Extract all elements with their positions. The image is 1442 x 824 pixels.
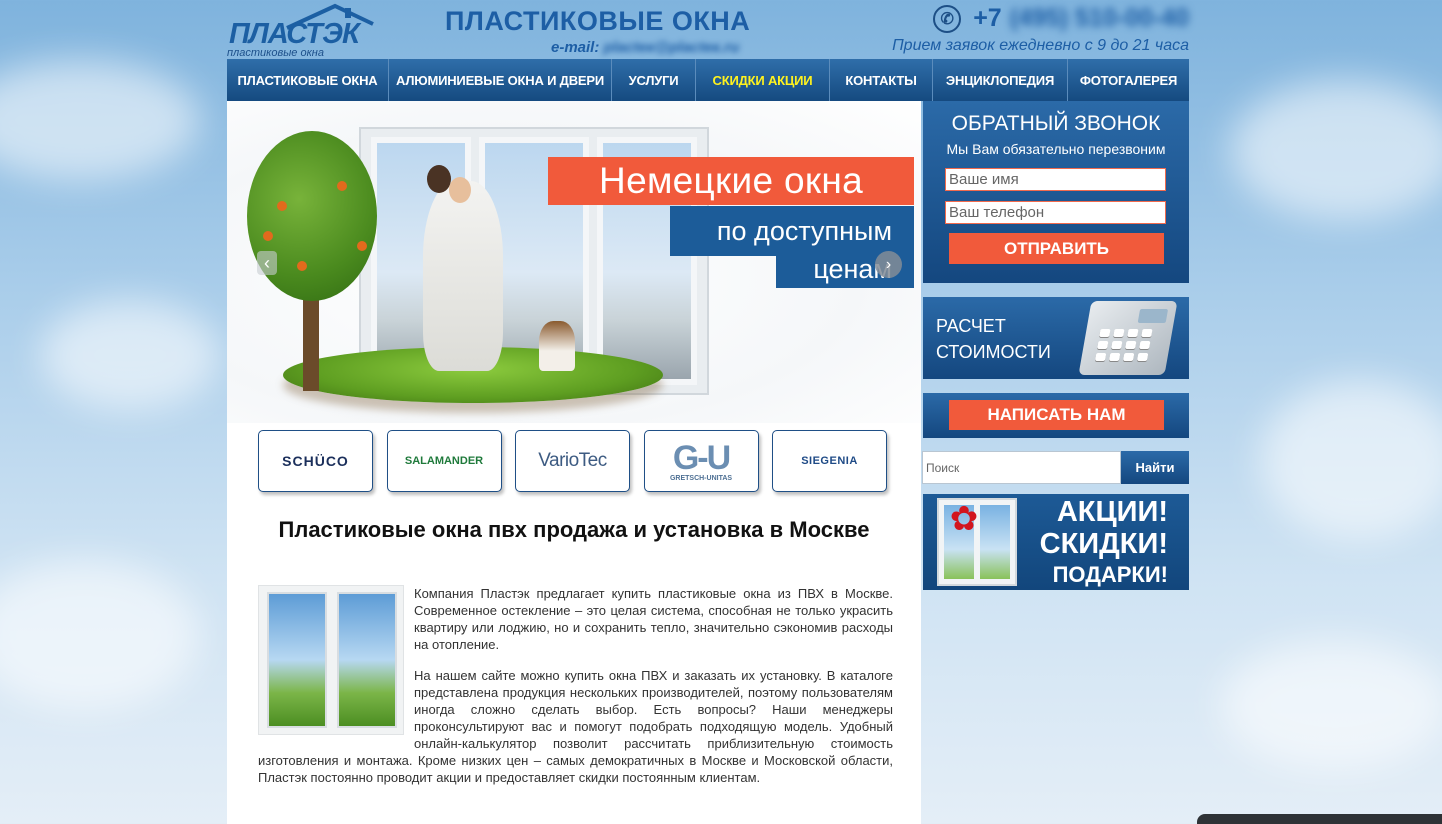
logo-subtitle: пластиковые окна: [227, 47, 324, 59]
brand-gu[interactable]: G-U GRETSCH-UNITAS: [643, 430, 759, 492]
slider-prev-button[interactable]: ‹: [257, 251, 277, 275]
page-heading: Пластиковые окна пвх продажа и установка…: [278, 517, 870, 542]
gift-bow-icon: ✿: [949, 500, 979, 538]
nav-item-services[interactable]: УСЛУГИ: [612, 59, 696, 101]
nav-item-contacts[interactable]: КОНТАКТЫ: [830, 59, 933, 101]
write-us-button[interactable]: НАПИСАТЬ НАМ: [949, 400, 1164, 430]
brand-variotec-label: VarioTec: [538, 450, 607, 471]
header-email[interactable]: e-mail: placteк@placteк.ru: [551, 39, 739, 56]
calculator-line2: СТОИМОСТИ: [936, 342, 1051, 362]
phone-number[interactable]: (495) 510-00-40: [1010, 4, 1189, 33]
brand-siegenia[interactable]: SIEGENIA: [772, 430, 887, 492]
banner-tree-image: [247, 131, 377, 301]
phone-prefix: +7: [973, 4, 1002, 32]
bg-cloud: [40, 300, 220, 410]
bg-cloud: [0, 60, 200, 180]
calculator-line1: РАСЧЕТ: [936, 316, 1006, 336]
phone-icon: ✆: [933, 4, 962, 33]
promo-banner[interactable]: ✿ АКЦИИ! СКИДКИ! ПОДАРКИ!: [923, 494, 1189, 590]
promo-text: АКЦИИ! СКИДКИ! ПОДАРКИ!: [1040, 496, 1168, 588]
promo-line3: ПОДАРКИ!: [1052, 562, 1168, 587]
nav-item-aluminium[interactable]: АЛЮМИНИЕВЫЕ ОКНА И ДВЕРИ: [389, 59, 612, 101]
brand-gu-sub: GRETSCH-UNITAS: [669, 474, 733, 482]
brand-salamander-label: SALAMANDER: [404, 455, 484, 467]
phone-input[interactable]: [945, 201, 1166, 224]
page-wrapper: ПЛАСТЭК пластиковые окна ПЛАСТИКОВЫЕ ОКН…: [227, 0, 1189, 824]
header-phone[interactable]: ✆ +7 (495) 510-00-40: [933, 4, 1189, 33]
bg-cloud: [1260, 380, 1442, 540]
bg-cloud: [0, 560, 200, 710]
search-button[interactable]: Найти: [1121, 451, 1189, 484]
article-window-image: [258, 585, 404, 735]
cost-calculator-banner[interactable]: РАСЧЕТ СТОИМОСТИ: [923, 297, 1189, 379]
calculator-icon: [1078, 301, 1178, 375]
write-us-block: НАПИСАТЬ НАМ: [923, 393, 1189, 438]
brand-variotec[interactable]: VarioTec: [515, 430, 630, 492]
name-input[interactable]: [945, 168, 1166, 191]
banner-head: [427, 165, 451, 193]
brand-logos: SCHÜCO SALAMANDER VarioTec G-U GRETSCH-U…: [258, 430, 901, 492]
callback-title: ОБРАТНЫЙ ЗВОНОК: [951, 112, 1161, 135]
send-button[interactable]: ОТПРАВИТЬ: [949, 233, 1164, 264]
brand-schuco-label: SCHÜCO: [282, 453, 349, 469]
brand-schuco[interactable]: SCHÜCO: [258, 430, 373, 492]
chat-widget[interactable]: [1197, 814, 1442, 824]
brand-salamander[interactable]: SALAMANDER: [386, 430, 502, 492]
banner-head: [449, 177, 471, 203]
calculator-label: РАСЧЕТ СТОИМОСТИ: [936, 313, 1051, 365]
bg-cloud: [1220, 640, 1442, 770]
banner-couple-image: [423, 181, 503, 371]
email-value[interactable]: placteк@placteк.ru: [604, 39, 740, 56]
brand-gu-label: G-U: [672, 438, 731, 477]
search-input[interactable]: [922, 451, 1121, 484]
nav-item-discounts[interactable]: СКИДКИ АКЦИИ: [696, 59, 830, 101]
logo[interactable]: ПЛАСТЭК пластиковые окна: [227, 2, 377, 59]
banner-slogan-line1: Немецкие окна: [548, 157, 914, 205]
callback-subtitle: Мы Вам обязательно перезвоним: [946, 141, 1166, 157]
banner-dog-image: [539, 321, 575, 371]
article: Компания Пластэк предлагает купить пласт…: [258, 585, 893, 800]
email-label: e-mail:: [551, 39, 600, 56]
promo-line1: АКЦИИ!: [1056, 496, 1168, 528]
nav-item-plastic-windows[interactable]: ПЛАСТИКОВЫЕ ОКНА: [227, 59, 389, 101]
main-nav: ПЛАСТИКОВЫЕ ОКНА АЛЮМИНИЕВЫЕ ОКНА И ДВЕР…: [227, 59, 1189, 101]
site-title: ПЛАСТИКОВЫЕ ОКНА: [445, 6, 751, 36]
brand-siegenia-label: SIEGENIA: [801, 455, 858, 467]
search-form: Найти: [922, 451, 1189, 484]
nav-item-encyclopedia[interactable]: ЭНЦИКЛОПЕДИЯ: [933, 59, 1068, 101]
nav-item-gallery[interactable]: ФОТОГАЛЕРЕЯ: [1068, 59, 1189, 101]
promo-slider[interactable]: ‹ Немецкие окна по доступным ценам ›: [227, 101, 921, 423]
promo-line2: СКИДКИ!: [1039, 528, 1168, 560]
callback-form: ОБРАТНЫЙ ЗВОНОК Мы Вам обязательно перез…: [923, 101, 1189, 283]
site-header: ПЛАСТЭК пластиковые окна ПЛАСТИКОВЫЕ ОКН…: [227, 0, 1189, 59]
working-hours: Прием заявок ежедневно с 9 до 21 часа: [892, 37, 1189, 54]
slider-next-button[interactable]: ›: [875, 251, 902, 278]
banner-slogan-line2: по доступным: [670, 206, 914, 256]
bg-cloud: [1230, 80, 1442, 220]
main-content: ‹ Немецкие окна по доступным ценам › SCH…: [227, 101, 921, 824]
